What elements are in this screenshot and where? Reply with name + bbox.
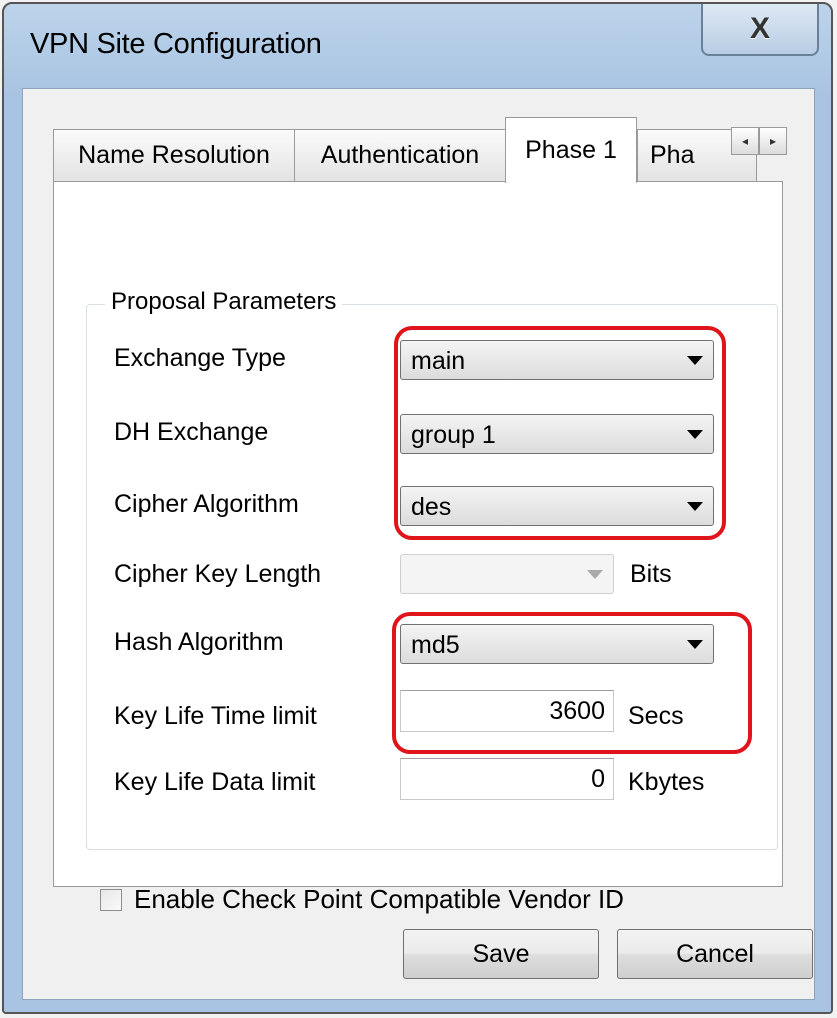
phase-1-panel: Proposal Parameters Exchange Type main D… (53, 181, 783, 914)
tab-scroll-left-icon[interactable]: ◂ (731, 127, 759, 155)
group-title: Proposal Parameters (105, 288, 343, 316)
chevron-down-icon (587, 570, 603, 579)
key-life-time-label: Key Life Time limit (114, 702, 317, 730)
key-life-data-unit: Kbytes (628, 768, 705, 796)
cipher-algorithm-label: Cipher Algorithm (114, 490, 299, 518)
highlight-box-hash-keylife (392, 612, 752, 754)
key-life-data-input[interactable]: 0 (400, 758, 614, 800)
vendor-id-checkbox[interactable] (100, 888, 122, 911)
dh-exchange-label: DH Exchange (114, 418, 269, 446)
close-icon: X (749, 12, 770, 45)
cipher-key-length-select (400, 554, 614, 594)
dialog-client-area: Name Resolution Authentication Phase 1 P… (22, 88, 815, 1000)
exchange-type-label: Exchange Type (114, 344, 286, 372)
key-life-data-label: Key Life Data limit (114, 768, 316, 796)
window-title: VPN Site Configuration (30, 28, 322, 60)
close-button[interactable]: X (701, 4, 819, 56)
highlight-box-exchange-dh-cipher (394, 326, 726, 540)
tab-scroll-right-icon[interactable]: ▸ (759, 127, 787, 155)
tab-authentication[interactable]: Authentication (294, 129, 506, 181)
cancel-button[interactable]: Cancel (617, 929, 813, 979)
tab-phase-1[interactable]: Phase 1 (505, 117, 637, 183)
cipher-key-length-label: Cipher Key Length (114, 560, 322, 588)
save-button[interactable]: Save (403, 929, 599, 979)
cipher-key-length-unit: Bits (630, 560, 672, 588)
vendor-id-row[interactable]: Enable Check Point Compatible Vendor ID (100, 884, 624, 915)
title-bar[interactable]: VPN Site Configuration X (4, 4, 831, 84)
vendor-id-label: Enable Check Point Compatible Vendor ID (134, 884, 624, 914)
vpn-site-configuration-window: VPN Site Configuration X Name Resolution… (2, 2, 833, 1014)
hash-algorithm-label: Hash Algorithm (114, 628, 284, 656)
tab-name-resolution[interactable]: Name Resolution (53, 129, 295, 181)
